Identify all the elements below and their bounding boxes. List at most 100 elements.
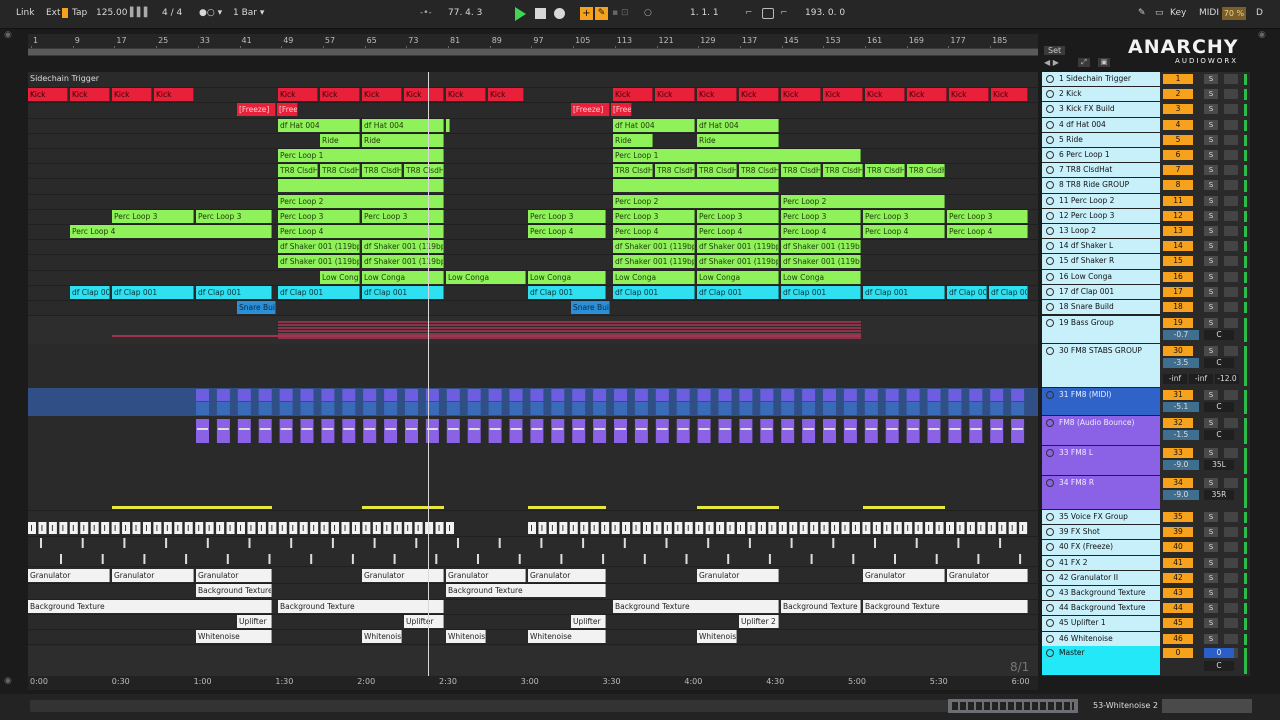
arrangement-clip[interactable]: Kick	[655, 88, 695, 102]
arrangement-clip[interactable]: Ride	[320, 133, 360, 147]
track-lane[interactable]: Perc Loop 2 Perc Loop 2 Perc Loop 2	[28, 194, 1038, 210]
solo-button[interactable]: S	[1204, 588, 1218, 598]
track-lane[interactable]: Snare Buil Snare Buil	[28, 300, 1038, 317]
arm-button[interactable]	[1224, 302, 1238, 312]
arrangement-clip[interactable]: df Clap 001	[863, 285, 945, 299]
arrangement-clip[interactable]: Kick	[404, 88, 444, 102]
track-play-icon[interactable]	[1046, 135, 1054, 144]
arrangement-clip[interactable]: df Shaker 001 (119bp	[781, 255, 861, 269]
arrangement-clip[interactable]: TR8 ClsdH	[781, 164, 821, 178]
track-header[interactable]: 30 FM8 STABS GROUP	[1042, 344, 1160, 388]
solo-button[interactable]: S	[1204, 557, 1218, 568]
sends-field[interactable]: -12.0	[1215, 374, 1239, 384]
arm-button[interactable]	[1224, 448, 1238, 458]
time-signature-field[interactable]: 4 / 4	[162, 8, 182, 18]
arm-button[interactable]	[1224, 390, 1238, 400]
track-header[interactable]: 13 Loop 2	[1042, 224, 1160, 240]
arm-button[interactable]	[1224, 603, 1238, 614]
arrangement-clip[interactable]: Perc Loop 3	[278, 209, 360, 223]
track-header[interactable]: 33 FM8 L	[1042, 446, 1160, 476]
track-overview[interactable]	[1162, 699, 1252, 713]
track-activator[interactable]: 14	[1163, 241, 1193, 252]
set-button[interactable]: Set	[1044, 46, 1066, 55]
track-play-icon[interactable]	[1046, 242, 1054, 251]
metronome-bars-icon[interactable]: ▌▌▌	[130, 8, 151, 18]
track-play-icon[interactable]	[1046, 619, 1054, 628]
solo-button[interactable]: S	[1204, 286, 1218, 297]
track-play-icon[interactable]	[1046, 319, 1054, 327]
arrangement-clip[interactable]: Granulator	[196, 569, 272, 582]
arrangement-clip[interactable]: Kick	[446, 88, 486, 102]
track-lane[interactable]: [Freeze] [Free [Freeze] [Free	[28, 102, 1038, 119]
track-activator[interactable]: 18	[1163, 302, 1193, 312]
track-lane[interactable]: Sidechain Trigger	[28, 72, 1038, 89]
arrangement-clip[interactable]: df Shaker 001 (119bp	[362, 240, 444, 254]
arrangement-clip[interactable]: Granulator	[697, 569, 779, 582]
arrangement-clip[interactable]: df Hat 004	[278, 118, 360, 132]
midi-map-button[interactable]: MIDI	[1199, 8, 1219, 18]
arrangement-clip[interactable]: [Freeze]	[237, 103, 276, 117]
arrangement-clip[interactable]: Whitenois	[446, 630, 486, 644]
track-lane[interactable]: Perc Loop 3 Perc Loop 3 Perc Loop 3 Perc Lo…	[28, 209, 1038, 225]
arm-button[interactable]	[1224, 119, 1238, 130]
arrangement-clip[interactable]: TR8 ClsdH	[865, 164, 905, 178]
track-header[interactable]: 7 TR8 ClsdHat	[1042, 163, 1160, 179]
bass-group-lane[interactable]	[28, 316, 1038, 345]
track-play-icon[interactable]	[1046, 589, 1054, 597]
solo-button[interactable]: S	[1204, 318, 1218, 328]
arrangement-clip[interactable]: TR8 ClsdH	[320, 164, 360, 178]
arrangement-clip[interactable]: Low Conga	[528, 270, 606, 284]
track-play-icon[interactable]	[1046, 181, 1054, 190]
track-header[interactable]: 4 df Hat 004	[1042, 117, 1160, 133]
arrangement-clip[interactable]: TR8 ClsdH	[404, 164, 444, 178]
arrangement-clip[interactable]: Perc Loop 4	[697, 225, 779, 238]
arrangement-clip[interactable]: Low Conga	[362, 270, 444, 284]
arm-button[interactable]	[1224, 210, 1238, 221]
arm-button[interactable]	[1224, 633, 1238, 644]
metronome-icon[interactable]: ●○ ▾	[199, 8, 222, 18]
arrangement-clip[interactable]: df Shaker 001 (119bp	[362, 255, 444, 269]
fx-shot-lane[interactable]	[28, 520, 1038, 537]
arrangement-clip[interactable]: df Clap 001	[112, 285, 194, 299]
arm-button[interactable]	[1224, 256, 1238, 267]
loop-icon[interactable]: ○	[644, 8, 652, 18]
arrangement-clip[interactable]: Perc Loop 3	[196, 209, 272, 223]
solo-button[interactable]: S	[1204, 210, 1218, 221]
solo-button[interactable]: S	[1204, 226, 1218, 236]
track-play-icon[interactable]	[1046, 120, 1054, 129]
solo-button[interactable]: S	[1204, 134, 1218, 145]
track-play-icon[interactable]	[1046, 543, 1054, 552]
track-header[interactable]: 19 Bass Group	[1042, 316, 1160, 344]
arrangement-clip[interactable]: Snare Buil	[571, 301, 610, 314]
solo-button[interactable]: S	[1204, 271, 1218, 282]
track-header[interactable]: 35 Voice FX Group	[1042, 510, 1160, 526]
tempo-field[interactable]: 125.00	[96, 8, 128, 18]
track-activator[interactable]: 13	[1163, 226, 1193, 236]
solo-button[interactable]: S	[1204, 603, 1218, 614]
arm-button[interactable]	[1224, 241, 1238, 252]
arrangement-clip[interactable]: Granulator	[863, 569, 945, 582]
solo-button[interactable]: S	[1204, 195, 1218, 206]
clip-overview[interactable]	[948, 699, 1078, 713]
record-icon[interactable]	[554, 8, 565, 19]
arrangement-clip[interactable]: df Clap 001	[528, 285, 606, 299]
track-header[interactable]: 44 Background Texture	[1042, 601, 1160, 617]
fm8-midi-lane[interactable]	[28, 388, 1038, 417]
arrangement-clip[interactable]: Kick	[278, 88, 318, 102]
arm-button[interactable]	[1224, 271, 1238, 282]
arrangement-clip[interactable]: Granulator	[112, 569, 194, 582]
track-header[interactable]: Master	[1042, 646, 1160, 676]
volume-field[interactable]: -0.7	[1163, 330, 1199, 340]
arrangement-clip[interactable]: Background Texture	[863, 599, 1028, 613]
arrangement-clip[interactable]: Kick	[823, 88, 863, 102]
tap-tempo-button[interactable]: Tap	[72, 8, 87, 18]
solo-button[interactable]: S	[1204, 241, 1218, 252]
arrangement-clip[interactable]: df Clap 001	[613, 285, 695, 299]
arrangement-clip[interactable]: Kick	[362, 88, 402, 102]
track-play-icon[interactable]	[1046, 75, 1054, 83]
arrangement-clip[interactable]: Perc Loop 3	[362, 209, 444, 223]
time-ruler[interactable]: 0:00 0:30 1:00 1:30 2:00 2:30 3:00 3:30 4:00 4:30…	[28, 676, 1038, 690]
expand-icon[interactable]: ⤢	[1078, 58, 1090, 67]
solo-button[interactable]: S	[1204, 302, 1218, 312]
track-activator[interactable]: 34	[1163, 478, 1193, 488]
